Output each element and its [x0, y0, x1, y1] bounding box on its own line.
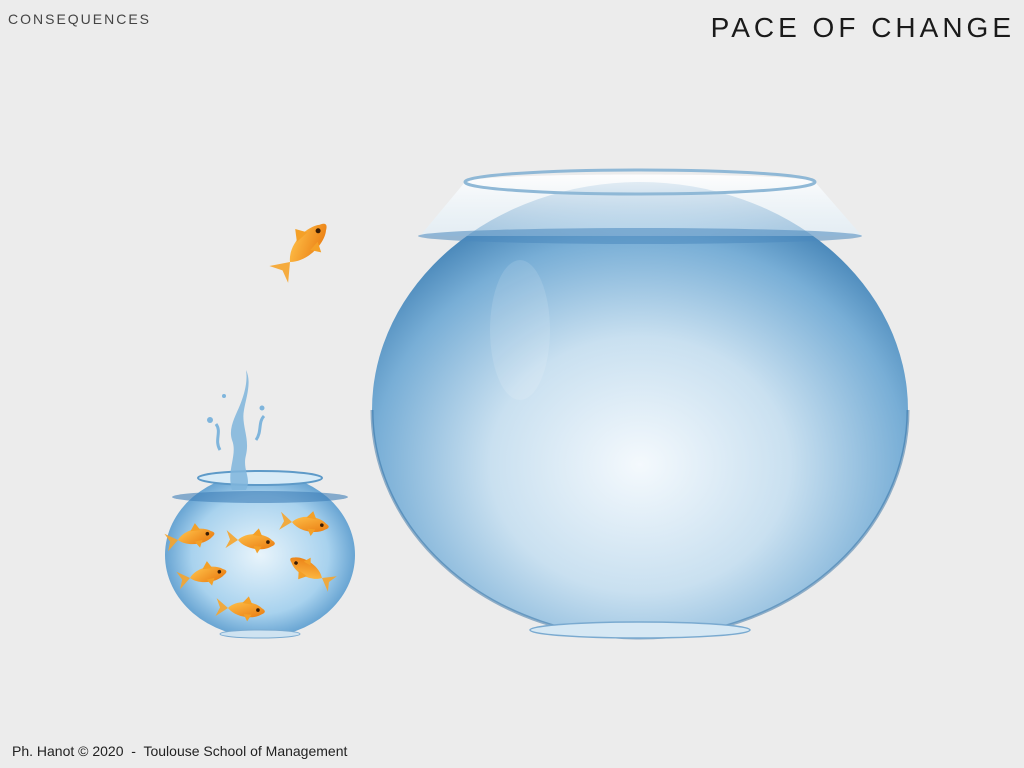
large-fishbowl	[370, 168, 910, 640]
jumping-goldfish	[265, 211, 338, 286]
small-fishbowl	[163, 370, 355, 639]
footer-credit: Ph. Hanot © 2020 - Toulouse School of Ma…	[12, 743, 348, 759]
fishbowl-illustration	[163, 168, 910, 640]
